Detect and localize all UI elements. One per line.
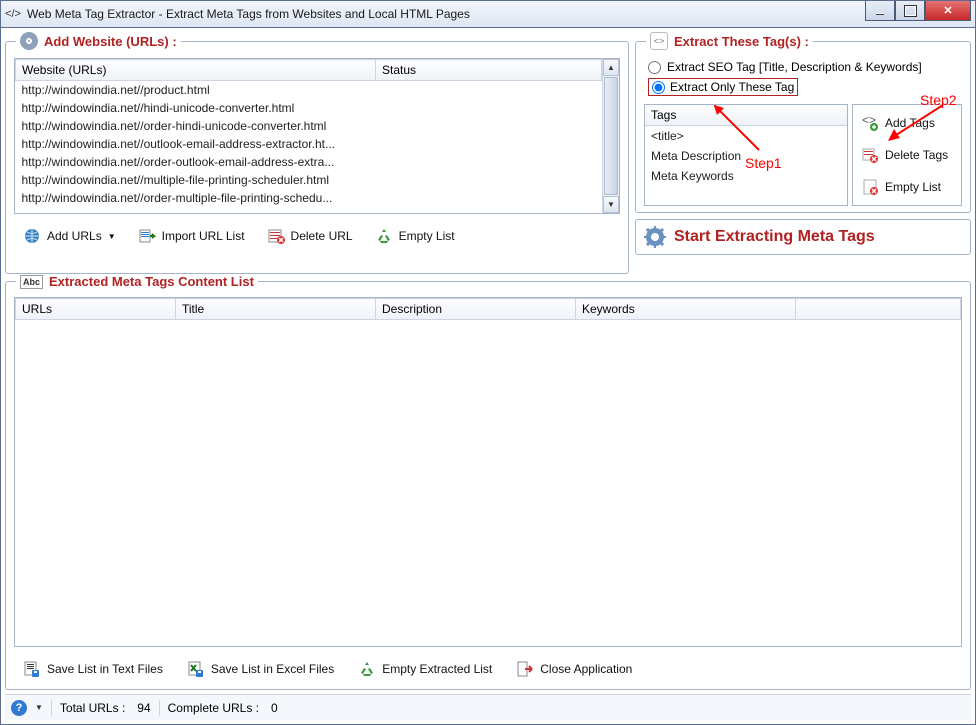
add-tags-button[interactable]: <> Add Tags [857, 111, 957, 135]
import-icon [138, 227, 156, 245]
recycle-icon [358, 660, 376, 678]
title-bar: </> Web Meta Tag Extractor - Extract Met… [0, 0, 976, 28]
window-buttons [865, 1, 971, 21]
radio-seo-tag[interactable]: Extract SEO Tag [Title, Description & Ke… [644, 58, 962, 76]
table-row: http://windowindia.net//order-multiple-f… [16, 189, 602, 207]
start-extracting-button[interactable]: Start Extracting Meta Tags [635, 219, 971, 255]
exit-icon [516, 660, 534, 678]
maximize-button[interactable] [895, 1, 925, 21]
extracted-heading: Extracted Meta Tags Content List [49, 274, 254, 289]
add-urls-panel: Add Website (URLs) : Website (URLs) Stat… [5, 32, 629, 274]
tags-header: Tags [645, 105, 847, 126]
tags-icon: <​> [650, 32, 668, 50]
list-item[interactable]: Meta Description [645, 146, 847, 166]
extract-tags-panel: <​> Extract These Tag(s) : Extract SEO T… [635, 32, 971, 213]
dropdown-icon[interactable]: ▼ [35, 703, 43, 712]
col-title[interactable]: Title [176, 299, 376, 320]
link-icon [20, 32, 38, 50]
table-row: http://windowindia.net//order-outlook-em… [16, 153, 602, 171]
tags-list[interactable]: Tags <title> Meta Description Meta Keywo… [644, 104, 848, 206]
globe-icon [23, 227, 41, 245]
dropdown-icon: ▼ [108, 232, 116, 241]
empty-tags-icon [861, 178, 879, 196]
delete-icon [267, 227, 285, 245]
col-urls[interactable]: URLs [16, 299, 176, 320]
abc-icon: Abc [20, 275, 43, 289]
status-bar: ? ▼ Total URLs : 94 Complete URLs : 0 [5, 694, 971, 720]
save-text-button[interactable]: Save List in Text Files [14, 655, 172, 683]
scroll-thumb[interactable] [604, 77, 618, 195]
import-url-list-button[interactable]: Import URL List [129, 222, 254, 250]
complete-urls-label: Complete URLs : [168, 701, 259, 715]
delete-tags-icon [861, 146, 879, 164]
scroll-up-button[interactable]: ▲ [603, 59, 619, 76]
empty-tags-button[interactable]: Empty List [857, 175, 957, 199]
table-row: http://windowindia.net//hindi-unicode-co… [16, 99, 602, 117]
url-scrollbar[interactable]: ▲ ▼ [602, 59, 619, 213]
col-description[interactable]: Description [376, 299, 576, 320]
scroll-down-button[interactable]: ▼ [603, 196, 619, 213]
gear-icon [644, 226, 666, 248]
add-tags-icon: <> [861, 114, 879, 132]
app-content: Add Website (URLs) : Website (URLs) Stat… [0, 28, 976, 725]
add-urls-heading: Add Website (URLs) : [44, 34, 177, 49]
save-text-icon [23, 660, 41, 678]
col-spacer [796, 299, 961, 320]
radio-seo-input[interactable] [648, 61, 661, 74]
radio-only-these-tag[interactable]: Extract Only These Tag [648, 78, 798, 96]
close-application-button[interactable]: Close Application [507, 655, 641, 683]
add-urls-button[interactable]: Add URLs ▼ [14, 222, 125, 250]
list-item[interactable]: <title> [645, 126, 847, 146]
minimize-button[interactable] [865, 1, 895, 21]
close-button[interactable] [925, 1, 971, 21]
extracted-panel: Abc Extracted Meta Tags Content List URL… [5, 274, 971, 690]
table-row: http://windowindia.net//outlook-email-ad… [16, 135, 602, 153]
save-excel-icon [187, 660, 205, 678]
empty-list-button[interactable]: Empty List [366, 222, 464, 250]
help-icon[interactable]: ? [11, 700, 27, 716]
save-excel-button[interactable]: Save List in Excel Files [178, 655, 343, 683]
col-keywords[interactable]: Keywords [576, 299, 796, 320]
table-row: http://windowindia.net//multiple-file-pr… [16, 171, 602, 189]
col-website[interactable]: Website (URLs) [16, 60, 376, 81]
extract-tags-heading: Extract These Tag(s) : [674, 34, 809, 49]
complete-urls-value: 0 [271, 701, 278, 715]
radio-only-input[interactable] [652, 81, 665, 94]
total-urls-label: Total URLs : [60, 701, 125, 715]
table-row: http://windowindia.net//order-hindi-unic… [16, 117, 602, 135]
delete-url-button[interactable]: Delete URL [258, 222, 362, 250]
total-urls-value: 94 [137, 701, 150, 715]
col-status[interactable]: Status [376, 60, 602, 81]
delete-tags-button[interactable]: Delete Tags [857, 143, 957, 167]
list-item[interactable]: Meta Keywords [645, 166, 847, 186]
empty-extracted-button[interactable]: Empty Extracted List [349, 655, 501, 683]
app-icon: </> [5, 6, 21, 22]
table-row: http://windowindia.net//product.html [16, 81, 602, 100]
recycle-icon [375, 227, 393, 245]
window-title: Web Meta Tag Extractor - Extract Meta Ta… [27, 7, 865, 21]
extracted-table[interactable]: URLs Title Description Keywords [14, 297, 962, 647]
url-table[interactable]: Website (URLs) Status http://windowindia… [15, 59, 602, 213]
